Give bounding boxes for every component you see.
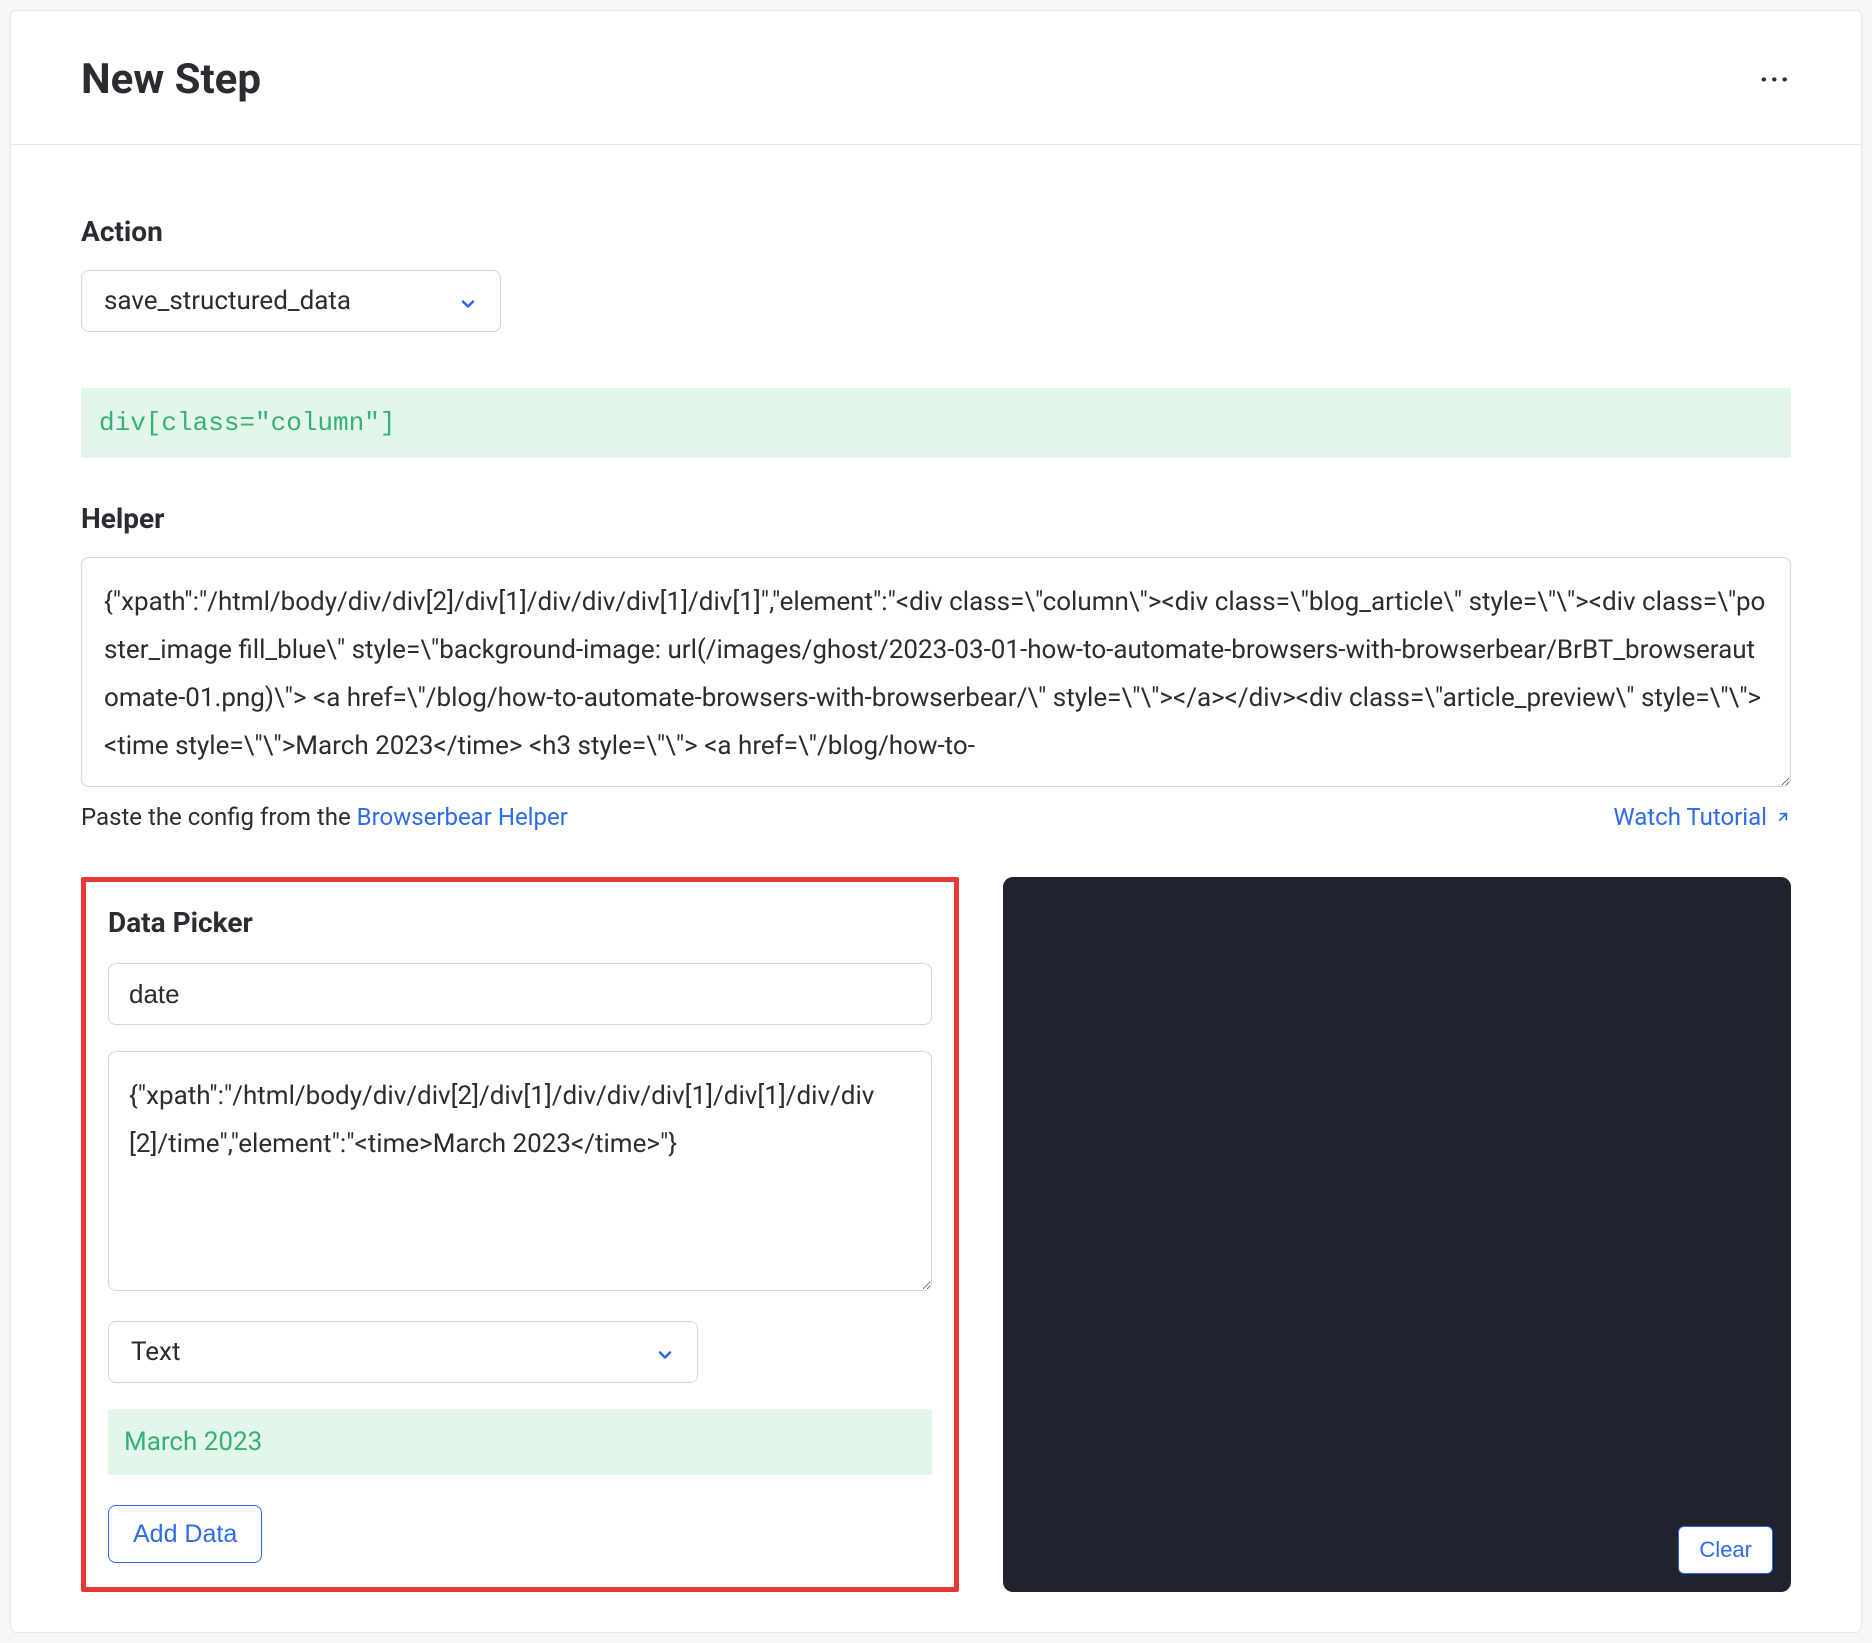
helper-hint-row: Paste the config from the Browserbear He…: [81, 803, 1791, 831]
selector-preview: div[class="column"]: [81, 388, 1791, 458]
panel-body: Action save_structured_data div[class="c…: [11, 145, 1861, 1632]
chevron-down-icon: [655, 1342, 675, 1362]
chevron-down-icon: [458, 291, 478, 311]
data-picker-type-select[interactable]: Text: [108, 1321, 698, 1383]
data-picker-type-value: Text: [131, 1337, 180, 1367]
watch-tutorial-label: Watch Tutorial: [1613, 803, 1767, 831]
add-data-button[interactable]: Add Data: [108, 1505, 262, 1563]
data-picker-name-input[interactable]: [108, 963, 932, 1025]
data-picker-title: Data Picker: [108, 906, 932, 939]
helper-textarea[interactable]: [81, 557, 1791, 787]
panel-header: New Step ···: [11, 11, 1861, 145]
data-picker-config-textarea[interactable]: [108, 1051, 932, 1291]
preview-panel: Clear: [1003, 877, 1791, 1592]
step-panel: New Step ··· Action save_structured_data…: [10, 10, 1862, 1633]
helper-hint: Paste the config from the Browserbear He…: [81, 803, 568, 831]
external-link-icon: [1775, 809, 1791, 825]
clear-button[interactable]: Clear: [1678, 1526, 1773, 1574]
helper-label: Helper: [81, 502, 1791, 535]
action-select-value: save_structured_data: [104, 286, 351, 316]
helper-hint-link[interactable]: Browserbear Helper: [357, 803, 568, 831]
action-select[interactable]: save_structured_data: [81, 270, 501, 332]
watch-tutorial-link[interactable]: Watch Tutorial: [1613, 803, 1791, 831]
two-column-row: Data Picker Text March 2023 Add Data Cle…: [81, 877, 1791, 1592]
more-menu-button[interactable]: ···: [1760, 66, 1791, 94]
page-title: New Step: [81, 55, 261, 104]
data-picker-panel: Data Picker Text March 2023 Add Data: [81, 877, 959, 1592]
data-picker-result: March 2023: [108, 1409, 932, 1475]
action-label: Action: [81, 215, 1791, 248]
helper-hint-prefix: Paste the config from the: [81, 803, 357, 831]
